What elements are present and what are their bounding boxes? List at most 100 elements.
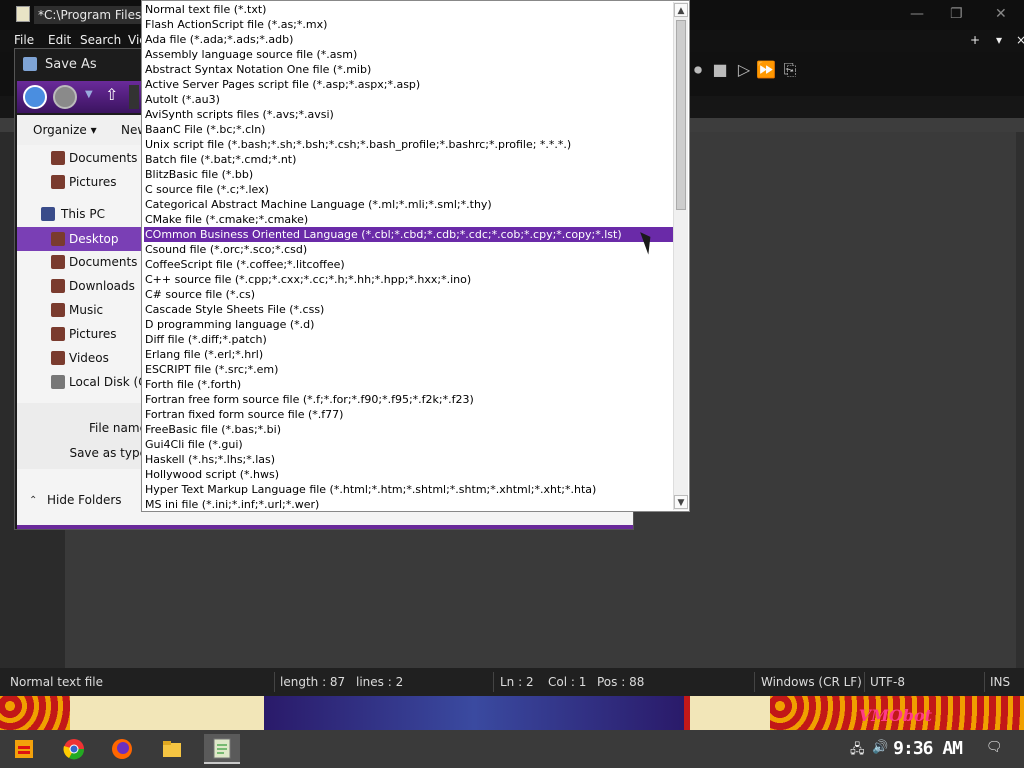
run-macro-multiple-icon[interactable]: ⏩	[756, 60, 776, 80]
file-type-option[interactable]: Ada file (*.ada;*.ads;*.adb)	[144, 32, 673, 47]
new-tab-plus-icon[interactable]: +	[970, 33, 980, 47]
file-type-option[interactable]: CoffeeScript file (*.coffee;*.litcoffee)	[144, 257, 673, 272]
recent-locations-chevron-icon[interactable]: ▼	[85, 89, 93, 100]
save-as-type-dropdown-list[interactable]: Normal text file (*.txt) Flash ActionScri…	[141, 0, 690, 512]
music-icon	[51, 303, 65, 317]
tab-list-chevron-icon[interactable]: ▾	[996, 33, 1002, 47]
documents-icon	[51, 151, 65, 165]
file-type-option[interactable]: Cascade Style Sheets File (*.css)	[144, 302, 673, 317]
editor-vertical-scrollbar[interactable]	[1016, 132, 1024, 668]
menu-file[interactable]: File	[14, 33, 34, 47]
drive-icon	[51, 375, 65, 389]
organize-button[interactable]: Organize ▾	[33, 123, 97, 137]
file-type-option[interactable]: Active Server Pages script file (*.asp;*…	[144, 77, 673, 92]
file-type-option[interactable]: Flash ActionScript file (*.as;*.mx)	[144, 17, 673, 32]
file-type-option[interactable]: BaanC File (*.bc;*.cln)	[144, 122, 673, 137]
file-explorer-icon[interactable]	[156, 734, 188, 764]
desktop-wallpaper: VMObot	[0, 696, 1024, 730]
status-encoding: UTF-8	[870, 675, 905, 689]
hide-folders-button[interactable]: Hide Folders	[47, 493, 122, 507]
scroll-down-arrow-icon[interactable]: ▼	[674, 495, 688, 509]
tree-item-pictures-pc[interactable]: Pictures	[17, 323, 157, 345]
notifications-icon[interactable]: 🗨	[986, 740, 1003, 755]
file-type-option[interactable]: Hollywood script (*.hws)	[144, 467, 673, 482]
file-type-option[interactable]: Forth file (*.forth)	[144, 377, 673, 392]
file-type-option[interactable]: Erlang file (*.erl;*.hrl)	[144, 347, 673, 362]
status-file-type: Normal text file	[10, 675, 104, 689]
pictures-icon	[51, 327, 65, 341]
file-type-option[interactable]: Batch file (*.bat;*.cmd;*.nt)	[144, 152, 673, 167]
notepad-plus-plus-icon[interactable]	[204, 734, 240, 764]
close-tab-icon[interactable]: ×	[1016, 33, 1024, 47]
stop-macro-icon[interactable]: ■	[710, 60, 730, 80]
file-type-option[interactable]: Normal text file (*.txt)	[144, 2, 673, 17]
tree-item-downloads[interactable]: Downloads	[17, 275, 157, 297]
chrome-icon[interactable]	[58, 734, 90, 764]
computer-icon	[41, 207, 55, 221]
file-type-option[interactable]: D programming language (*.d)	[144, 317, 673, 332]
back-arrow-icon[interactable]	[23, 85, 47, 109]
tree-item-music[interactable]: Music	[17, 299, 157, 321]
tree-item-videos[interactable]: Videos	[17, 347, 157, 369]
tree-item-this-pc[interactable]: This PC	[17, 203, 157, 225]
file-type-option[interactable]: Abstract Syntax Notation One file (*.mib…	[144, 62, 673, 77]
navigation-pane: Documents Pictures This PC Desktop Docum…	[17, 145, 157, 403]
status-column: Col : 1	[548, 675, 587, 689]
dropdown-scrollbar[interactable]: ▲ ▼	[673, 2, 688, 510]
up-arrow-icon[interactable]: ⇧	[105, 85, 118, 104]
file-type-option[interactable]: Unix script file (*.bash;*.sh;*.bsh;*.cs…	[144, 137, 673, 152]
scrollbar-thumb[interactable]	[676, 20, 686, 210]
file-type-option[interactable]: AviSynth scripts files (*.avs;*.avsi)	[144, 107, 673, 122]
tree-item-pictures[interactable]: Pictures	[17, 171, 157, 193]
file-type-option[interactable]: Categorical Abstract Machine Language (*…	[144, 197, 673, 212]
file-type-option[interactable]: AutoIt (*.au3)	[144, 92, 673, 107]
save-as-icon	[23, 57, 37, 71]
hide-folders-chevron-icon[interactable]: ⌃	[29, 495, 37, 506]
minimize-icon[interactable]: —	[910, 6, 924, 22]
play-macro-icon[interactable]: ▷	[734, 60, 754, 80]
volume-icon[interactable]: 🔊	[872, 740, 888, 755]
firefox-icon[interactable]	[106, 734, 138, 764]
network-icon[interactable]: 🖧	[850, 740, 865, 762]
save-macro-icon[interactable]: ⎘	[780, 60, 800, 80]
menu-edit[interactable]: Edit	[48, 33, 71, 47]
file-type-option[interactable]: Fortran fixed form source file (*.f77)	[144, 407, 673, 422]
file-type-option[interactable]: Fortran free form source file (*.f;*.for…	[144, 392, 673, 407]
file-type-option[interactable]: MS ini file (*.ini;*.inf;*.url;*.wer)	[144, 497, 673, 512]
tree-item-desktop[interactable]: Desktop	[17, 227, 157, 251]
file-type-option[interactable]: C++ source file (*.cpp;*.cxx;*.cc;*.h;*.…	[144, 272, 673, 287]
file-type-option[interactable]: C# source file (*.cs)	[144, 287, 673, 302]
pictures-icon	[51, 175, 65, 189]
file-type-option[interactable]: C source file (*.c;*.lex)	[144, 182, 673, 197]
tree-item-documents[interactable]: Documents	[17, 147, 157, 169]
file-type-option[interactable]: Haskell (*.hs;*.lhs;*.las)	[144, 452, 673, 467]
scroll-up-arrow-icon[interactable]: ▲	[674, 3, 688, 17]
file-type-option[interactable]: COmmon Business Oriented Language (*.cbl…	[144, 227, 673, 242]
record-macro-icon[interactable]: ⏺	[688, 60, 708, 80]
status-bar: Normal text file length : 87 lines : 2 L…	[0, 668, 1024, 696]
address-bar[interactable]	[129, 85, 139, 109]
taskbar-clock[interactable]: 9:36 AM	[893, 738, 963, 759]
file-type-option[interactable]: ESCRIPT file (*.src;*.em)	[144, 362, 673, 377]
dialog-accent-edge	[17, 525, 633, 529]
file-type-option[interactable]: Gui4Cli file (*.gui)	[144, 437, 673, 452]
file-type-option[interactable]: Assembly language source file (*.asm)	[144, 47, 673, 62]
file-type-option[interactable]: BlitzBasic file (*.bb)	[144, 167, 673, 182]
file-type-option[interactable]: CMake file (*.cmake;*.cmake)	[144, 212, 673, 227]
file-type-option[interactable]: FreeBasic file (*.bas;*.bi)	[144, 422, 673, 437]
file-type-option[interactable]: Csound file (*.orc;*.sco;*.csd)	[144, 242, 673, 257]
tree-item-local-disk[interactable]: Local Disk (C:	[17, 371, 157, 393]
maximize-icon[interactable]: ❐	[950, 6, 963, 22]
status-eol: Windows (CR LF)	[761, 675, 862, 689]
wallpaper-logo: VMObot	[858, 706, 932, 725]
tree-item-documents-pc[interactable]: Documents	[17, 251, 157, 273]
file-type-option[interactable]: Diff file (*.diff;*.patch)	[144, 332, 673, 347]
file-type-option[interactable]: Hyper Text Markup Language file (*.html;…	[144, 482, 673, 497]
file-type-options: Normal text file (*.txt) Flash ActionScri…	[144, 2, 673, 512]
editor-window-title: *C:\Program Files\	[34, 6, 150, 24]
taskbar: 🖧 🔊 9:36 AM 🗨	[0, 730, 1024, 768]
forward-arrow-icon[interactable]	[53, 85, 77, 109]
start-icon[interactable]	[8, 734, 40, 764]
menu-search[interactable]: Search	[80, 33, 121, 47]
close-icon[interactable]: ✕	[995, 6, 1007, 22]
